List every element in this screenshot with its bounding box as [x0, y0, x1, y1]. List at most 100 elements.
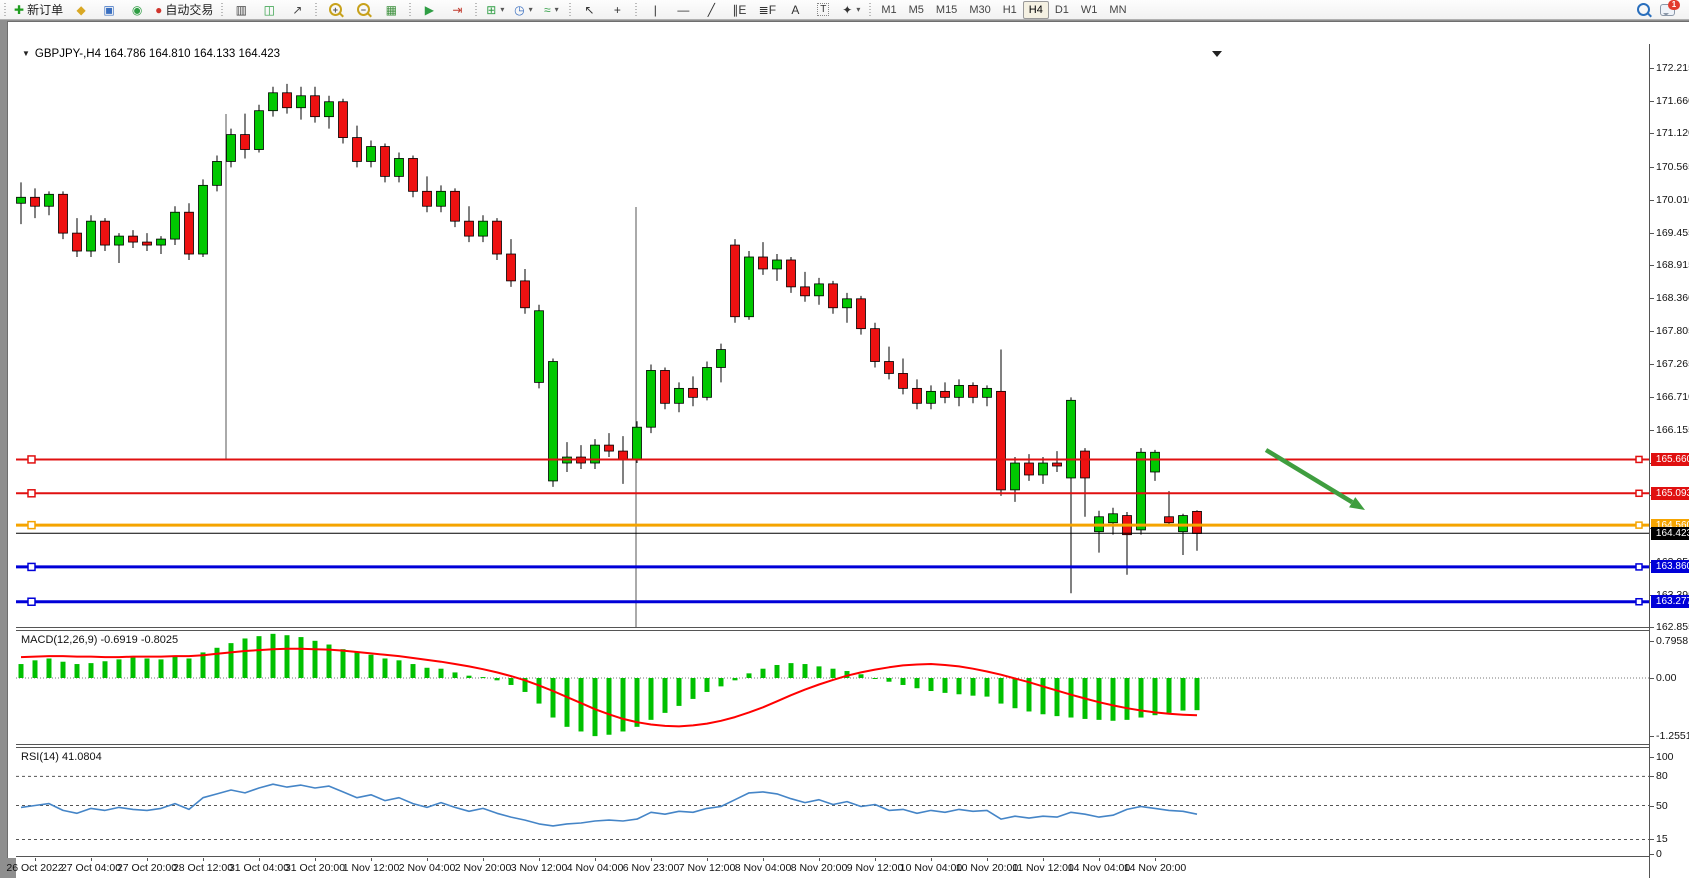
timeframe-m5-button[interactable]: M5 — [903, 1, 930, 19]
axis-tick-mark — [1650, 133, 1654, 134]
line-handle[interactable] — [1636, 490, 1642, 496]
notifications-icon[interactable]: 1 — [1660, 4, 1675, 16]
axis-tick-mark — [1650, 854, 1654, 855]
candle — [255, 111, 264, 150]
macd-bar — [173, 657, 178, 678]
axis-tick-mark — [1650, 806, 1654, 807]
candlestick-chart-button[interactable]: ◫ — [255, 0, 283, 20]
line-handle[interactable] — [28, 598, 35, 605]
line-handle[interactable] — [28, 563, 35, 570]
candle — [1067, 400, 1076, 478]
text-button[interactable]: A — [781, 0, 809, 20]
macd-bar — [705, 678, 710, 692]
new-order-label: 新订单 — [27, 1, 63, 18]
cursor-button[interactable]: ↖ — [575, 0, 603, 20]
candle — [535, 311, 544, 383]
candlestick-chart-icon: ◫ — [264, 4, 275, 16]
indicators-button[interactable]: ≈▾ — [537, 0, 565, 20]
fibonacci-button[interactable]: ≣F — [753, 0, 781, 20]
timeframe-w1-button[interactable]: W1 — [1075, 1, 1104, 19]
line-handle[interactable] — [1636, 564, 1642, 570]
candle — [241, 135, 250, 150]
line-handle[interactable] — [28, 490, 35, 497]
chart-shift-button[interactable]: ⇥ — [443, 0, 471, 20]
candle — [395, 158, 404, 176]
timeframe-m30-button[interactable]: M30 — [963, 1, 996, 19]
candle — [941, 391, 950, 397]
timeframe-d1-button[interactable]: D1 — [1049, 1, 1075, 19]
toolbar-grip — [867, 3, 873, 17]
candle — [1053, 463, 1062, 466]
candle — [815, 284, 824, 296]
metaeditor-icon: ◆ — [76, 4, 85, 16]
timeframe-mn-button[interactable]: MN — [1103, 1, 1132, 19]
line-handle[interactable] — [1636, 456, 1642, 462]
trend-arrow-head[interactable] — [1349, 497, 1365, 510]
timeframe-h4-button[interactable]: H4 — [1023, 1, 1049, 19]
crosshair-button[interactable]: + — [603, 0, 631, 20]
candle — [45, 194, 54, 206]
zoom-out-button[interactable]: − — [349, 0, 377, 20]
macd-pane[interactable] — [16, 632, 1649, 744]
arrows-dropdown-icon[interactable]: ▾ — [856, 5, 860, 14]
macd-bar — [929, 678, 934, 691]
axis-tick-mark — [1650, 265, 1654, 266]
axis-tick-mark — [1650, 364, 1654, 365]
horizontal-line-button[interactable]: — — [669, 0, 697, 20]
line-handle[interactable] — [28, 522, 35, 529]
axis-tick-mark — [1650, 736, 1654, 737]
line-chart-button[interactable]: ↗ — [283, 0, 311, 20]
candle — [381, 147, 390, 177]
indicators-dropdown-icon[interactable]: ▾ — [555, 5, 559, 14]
line-handle[interactable] — [1636, 599, 1642, 605]
rsi-tick-label: 100 — [1656, 751, 1674, 763]
arrows-button[interactable]: ✦▾ — [837, 0, 865, 20]
pane-separator[interactable] — [16, 627, 1649, 631]
candle — [647, 370, 656, 427]
macd-bar — [789, 663, 794, 678]
timeframe-h1-button[interactable]: H1 — [997, 1, 1023, 19]
new-chart-dropdown-icon[interactable]: ▾ — [500, 5, 504, 14]
candle — [129, 236, 138, 242]
bar-chart-button[interactable]: ▥ — [227, 0, 255, 20]
macd-bar — [943, 678, 948, 693]
candle — [605, 445, 614, 451]
rsi-pane[interactable] — [16, 748, 1649, 856]
macd-bar — [859, 674, 864, 678]
new-order-button[interactable]: ✚新订单 — [10, 0, 67, 20]
candle — [17, 197, 26, 203]
candle — [367, 147, 376, 162]
trendline-button[interactable]: ╱ — [697, 0, 725, 20]
zoom-in-button[interactable]: + — [321, 0, 349, 20]
search-icon[interactable] — [1637, 3, 1650, 16]
chart-shift-marker-icon[interactable] — [1212, 51, 1222, 57]
trend-arrow[interactable] — [1266, 450, 1352, 502]
new-chart-button[interactable]: ⊞▾ — [481, 0, 509, 20]
auto-scroll-button[interactable]: ▶ — [415, 0, 443, 20]
period-selector-dropdown-icon[interactable]: ▾ — [529, 5, 533, 14]
metaeditor-button[interactable]: ◆ — [67, 0, 95, 20]
text-label-button[interactable]: T — [809, 0, 837, 20]
chart-dropdown-icon[interactable]: ▼ — [22, 49, 30, 58]
period-selector-button[interactable]: ◷▾ — [509, 0, 537, 20]
macd-tick-label: 0.7958 — [1656, 635, 1688, 647]
candle — [185, 212, 194, 254]
macd-bar — [691, 678, 696, 699]
crosshair-icon: + — [614, 4, 621, 16]
line-handle[interactable] — [28, 456, 35, 463]
tile-windows-button[interactable]: ▦ — [377, 0, 405, 20]
equidistant-channel-button[interactable]: ∥E — [725, 0, 753, 20]
zoom-out-icon: − — [357, 3, 370, 16]
vertical-line-button[interactable]: | — [641, 0, 669, 20]
time-axis[interactable]: 26 Oct 202227 Oct 04:0027 Oct 20:0028 Oc… — [16, 858, 1649, 878]
auto-trading-button[interactable]: ●自动交易 — [151, 0, 217, 20]
price-level-badge: 165.093 — [1651, 487, 1689, 500]
timeframe-m1-button[interactable]: M1 — [875, 1, 902, 19]
terminal-button[interactable]: ▣ — [95, 0, 123, 20]
signals-button[interactable]: ◉ — [123, 0, 151, 20]
line-handle[interactable] — [1636, 522, 1642, 528]
toolbar-grip — [313, 3, 319, 17]
price-chart-pane[interactable] — [16, 44, 1649, 627]
price-axis[interactable]: 172.215171.660171.120170.565170.010169.4… — [1649, 44, 1689, 878]
timeframe-m15-button[interactable]: M15 — [930, 1, 963, 19]
